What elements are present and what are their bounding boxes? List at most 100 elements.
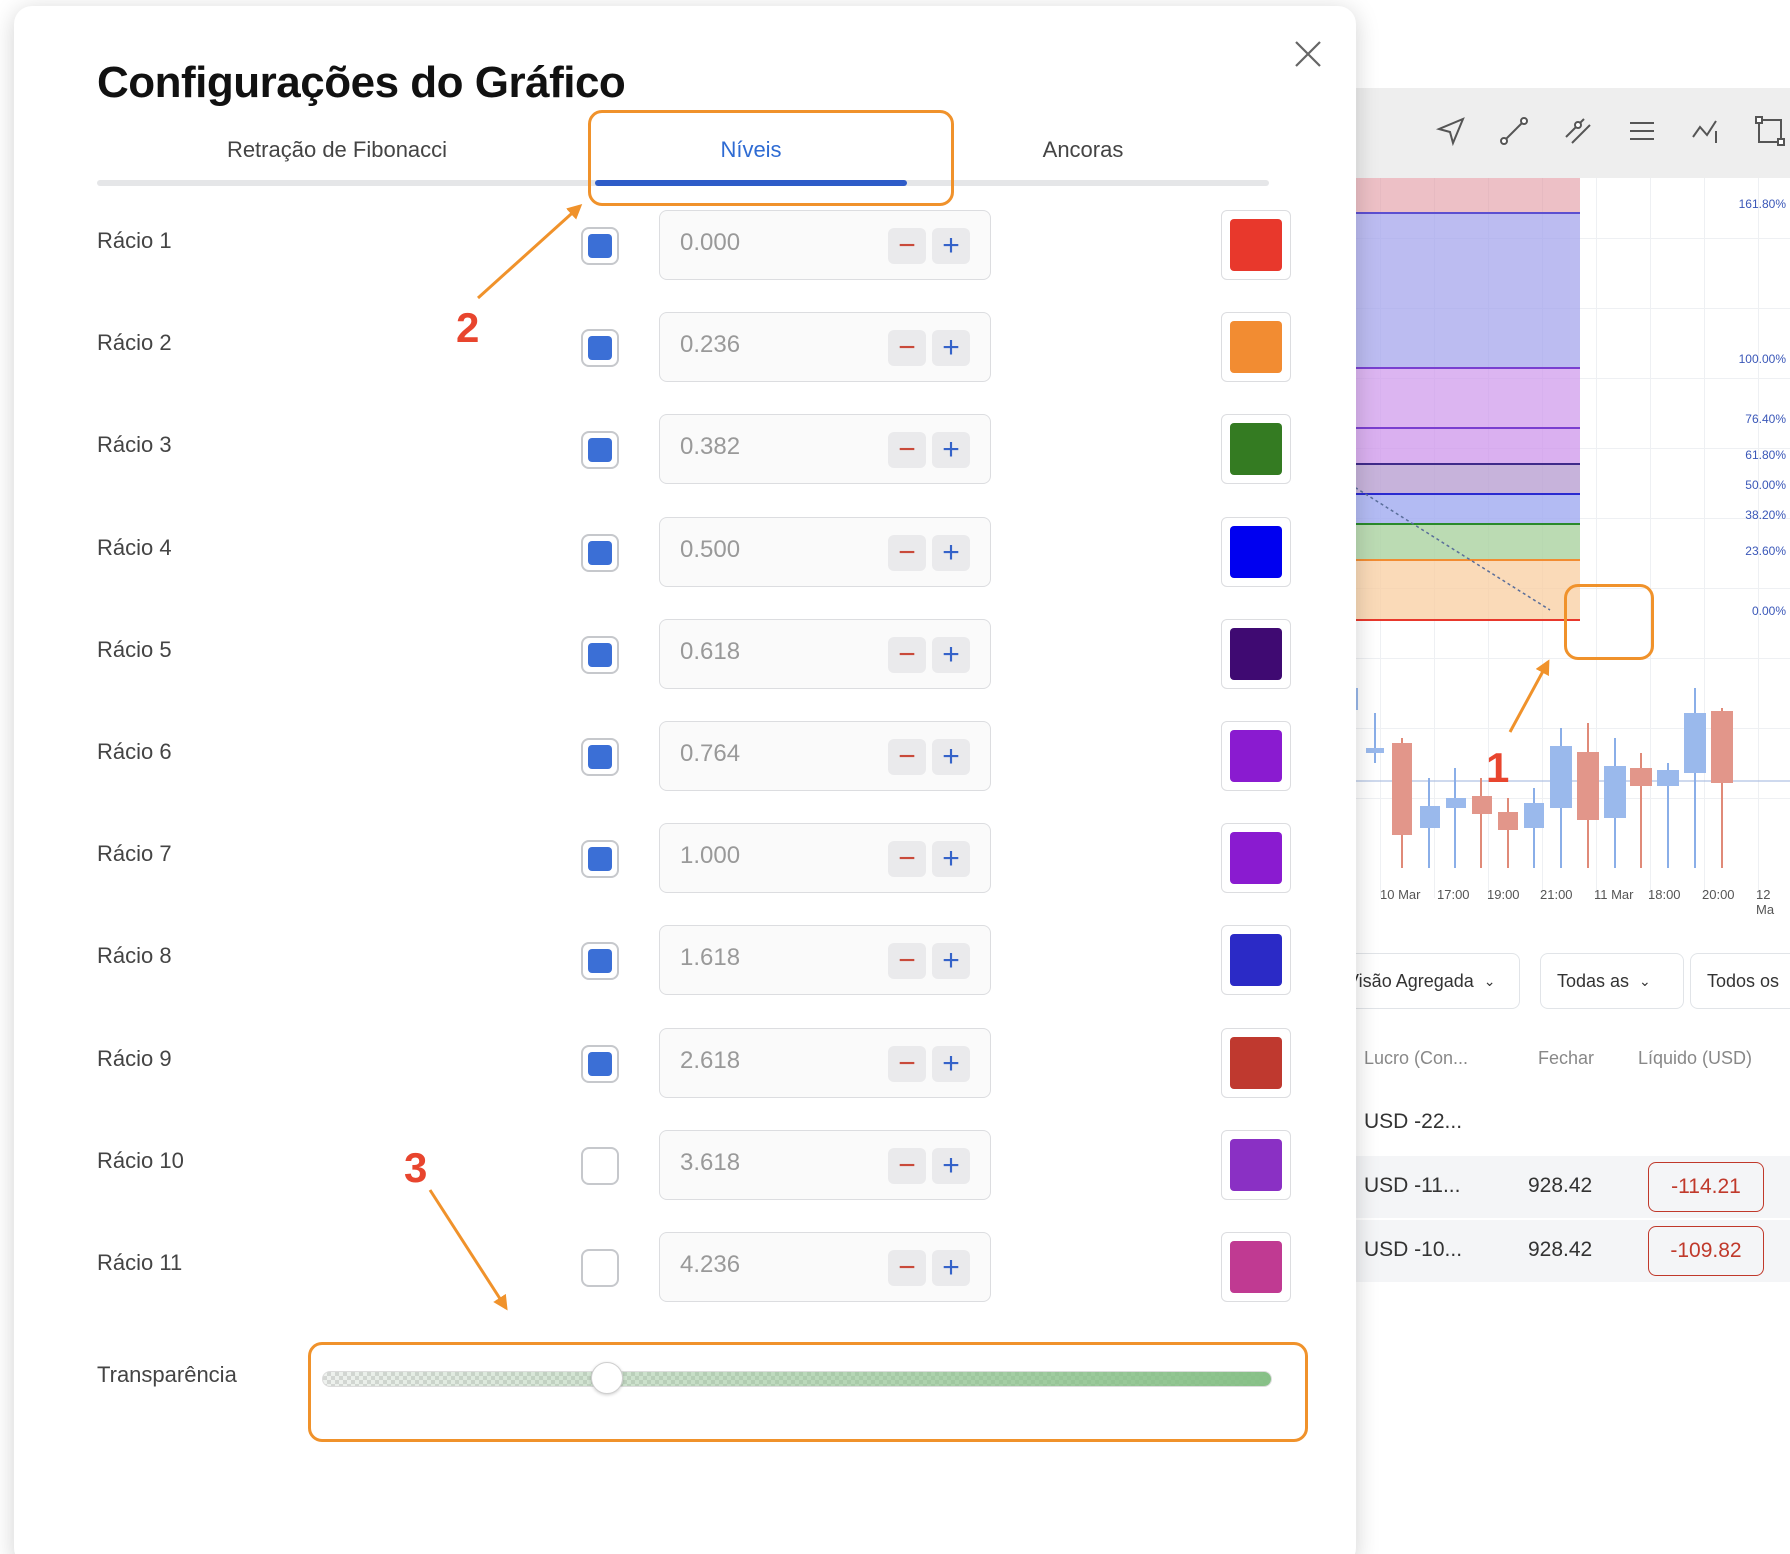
decrement-button[interactable]: − (888, 330, 926, 367)
plus-icon: + (942, 740, 960, 773)
ratio-value-input[interactable]: 2.618 − + (659, 1027, 991, 1098)
ratio-value-input[interactable]: 0.500 − + (659, 516, 991, 587)
ratio-value-input[interactable]: 1.618 − + (659, 925, 991, 996)
decrement-button[interactable]: − (888, 1147, 926, 1184)
plus-icon: + (942, 1148, 960, 1182)
decrement-button[interactable]: − (888, 432, 926, 469)
pattern-tool-icon[interactable] (1688, 113, 1724, 149)
tab-fibonacci[interactable]: Retração de Fibonacci (97, 114, 577, 186)
ratio-row: Rácio 2 0.236 − + (97, 312, 1291, 383)
decrement-button[interactable]: − (888, 228, 926, 264)
decrement-button[interactable]: − (888, 1250, 926, 1286)
ratio-enable-checkbox[interactable] (581, 227, 619, 265)
all-accounts-dropdown[interactable]: Todas as ⌄ (1540, 953, 1684, 1009)
increment-button[interactable]: + (932, 534, 970, 571)
table-row[interactable]: USD -11... 928.42 -114.21 (1340, 1156, 1790, 1218)
parallel-lines-icon[interactable] (1560, 113, 1596, 149)
transparency-label: Transparência (97, 1362, 237, 1387)
net-pnl-badge[interactable]: -114.21 (1648, 1162, 1764, 1212)
plus-icon: + (942, 229, 960, 262)
ratio-enable-checkbox[interactable] (581, 1146, 619, 1185)
minus-icon: − (898, 944, 916, 978)
ratio-enable-checkbox[interactable] (581, 942, 619, 981)
color-swatch (1230, 730, 1282, 782)
decrement-button[interactable]: − (888, 943, 926, 980)
column-header-net[interactable]: Líquido (USD) (1638, 1048, 1752, 1069)
annotation-box-levels-tab (588, 110, 954, 206)
increment-button[interactable]: + (932, 1147, 970, 1184)
decrement-button[interactable]: − (888, 1045, 926, 1082)
decrement-button[interactable]: − (888, 636, 926, 673)
ratio-value-input[interactable]: 1.000 − + (659, 823, 991, 894)
decrement-button[interactable]: − (888, 841, 926, 878)
ratio-color-picker[interactable] (1221, 414, 1291, 485)
ratio-color-picker[interactable] (1221, 1232, 1291, 1302)
ratio-value-input[interactable]: 0.000 − + (659, 210, 991, 280)
minus-icon: − (898, 740, 916, 773)
ratio-color-picker[interactable] (1221, 618, 1291, 689)
dropdown-label: Todas as (1557, 970, 1630, 991)
all-symbols-dropdown[interactable]: Todos os (1690, 953, 1790, 1009)
column-header-profit[interactable]: Lucro (Con... (1364, 1048, 1468, 1069)
ratio-enable-checkbox[interactable] (581, 533, 619, 572)
ratio-value-input[interactable]: 0.236 − + (659, 312, 991, 383)
price-chart[interactable]: 161.80% 100.00% 76.40% 61.80% 50.00% 38.… (1340, 178, 1790, 903)
ratio-enable-checkbox[interactable] (581, 840, 619, 879)
ratio-color-picker[interactable] (1221, 823, 1291, 894)
ratio-enable-checkbox[interactable] (581, 1249, 619, 1287)
ratio-value-input[interactable]: 3.618 − + (659, 1129, 991, 1200)
ratio-enable-checkbox[interactable] (581, 431, 619, 470)
decrement-button[interactable]: − (888, 739, 926, 775)
profit-cell: USD -10... (1364, 1238, 1463, 1261)
ratio-color-picker[interactable] (1221, 312, 1291, 383)
ratio-row: Rácio 5 0.618 − + (97, 618, 1291, 689)
decrement-button[interactable]: − (888, 534, 926, 571)
modal-title: Configurações do Gráfico (97, 58, 626, 107)
ratio-value: 4.236 (680, 1251, 741, 1278)
ratio-color-picker[interactable] (1221, 925, 1291, 996)
table-row[interactable]: USD -22... (1340, 1092, 1790, 1154)
increment-button[interactable]: + (932, 841, 970, 878)
ratio-enable-checkbox[interactable] (581, 329, 619, 368)
fibonacci-tool-icon[interactable] (1624, 113, 1660, 149)
ratio-label: Rácio 5 (97, 636, 172, 662)
ratio-row: Rácio 3 0.382 − + (97, 414, 1291, 485)
rectangle-tool-icon[interactable] (1752, 113, 1788, 149)
column-header-close[interactable]: Fechar (1538, 1048, 1594, 1069)
aggregated-view-dropdown[interactable]: Visão Agregada ⌄ (1330, 953, 1520, 1009)
ratio-value: 0.000 (680, 229, 741, 256)
ratio-enable-checkbox[interactable] (581, 1044, 619, 1083)
color-swatch (1230, 1036, 1282, 1089)
ratio-value-input[interactable]: 0.382 − + (659, 414, 991, 485)
increment-button[interactable]: + (932, 636, 970, 673)
ratio-value-input[interactable]: 0.618 − + (659, 618, 991, 689)
trend-line-icon[interactable] (1496, 113, 1532, 149)
ratio-color-picker[interactable] (1221, 721, 1291, 791)
increment-button[interactable]: + (932, 943, 970, 980)
increment-button[interactable]: + (932, 330, 970, 367)
ratio-value-input[interactable]: 4.236 − + (659, 1232, 991, 1302)
color-swatch (1230, 627, 1282, 680)
plus-icon: + (942, 331, 960, 365)
increment-button[interactable]: + (932, 228, 970, 264)
send-arrow-icon[interactable] (1433, 113, 1469, 149)
increment-button[interactable]: + (932, 739, 970, 775)
ratio-enable-checkbox[interactable] (581, 635, 619, 674)
net-pnl-badge[interactable]: -109.82 (1648, 1226, 1764, 1276)
ratio-value-input[interactable]: 0.764 − + (659, 721, 991, 791)
close-button[interactable] (1290, 36, 1326, 72)
ratio-color-picker[interactable] (1221, 1027, 1291, 1098)
ratio-color-picker[interactable] (1221, 516, 1291, 587)
increment-button[interactable]: + (932, 432, 970, 469)
time-axis-label: 19:00 (1487, 887, 1520, 902)
increment-button[interactable]: + (932, 1250, 970, 1286)
time-axis-label: 11 Mar (1594, 887, 1634, 902)
ratio-color-picker[interactable] (1221, 1129, 1291, 1200)
ratio-color-picker[interactable] (1221, 210, 1291, 280)
ratio-enable-checkbox[interactable] (581, 738, 619, 776)
ratio-label: Rácio 6 (97, 739, 172, 764)
ratio-value: 0.500 (680, 535, 741, 563)
chevron-down-icon: ⌄ (1639, 972, 1651, 989)
increment-button[interactable]: + (932, 1045, 970, 1082)
table-row[interactable]: USD -10... 928.42 -109.82 (1340, 1220, 1790, 1282)
